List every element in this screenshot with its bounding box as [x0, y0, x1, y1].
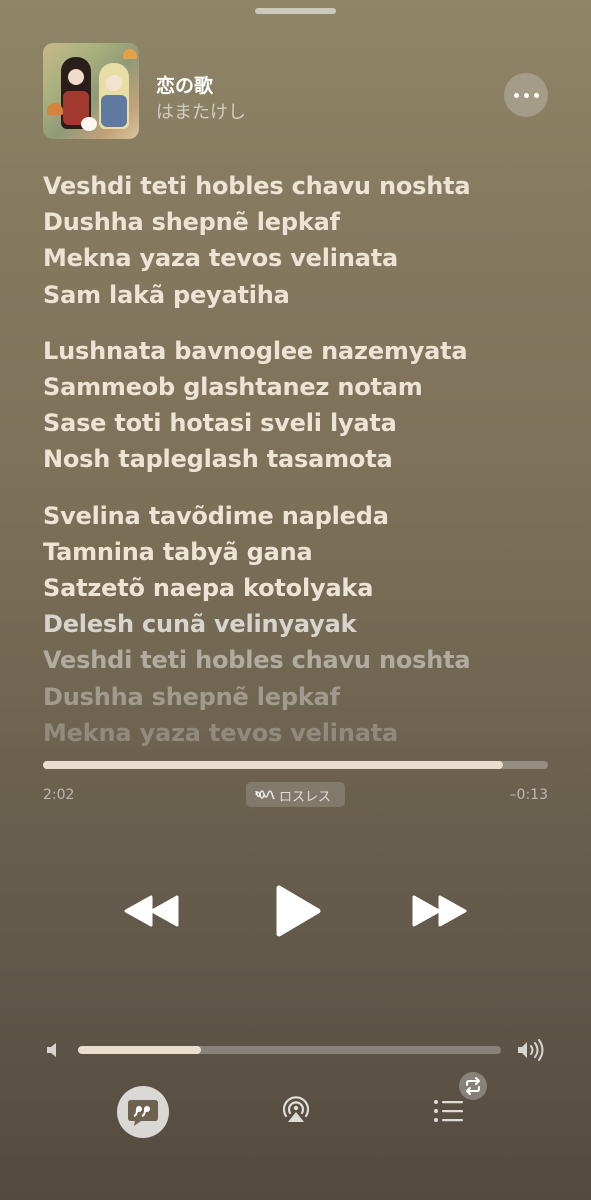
lyrics-panel[interactable]: Veshdi teti hobles chavu noshta Dushha s… — [43, 168, 563, 760]
lyrics-stanza: Veshdi teti hobles chavu noshta Dushha s… — [43, 168, 563, 313]
lyric-line[interactable]: Mekna yaza tevos velinata — [43, 715, 563, 751]
lyrics-stanza: Lushnata bavnoglee nazemyata Sammeob gla… — [43, 333, 563, 478]
sheet-grabber[interactable] — [255, 8, 336, 14]
volume-max-button[interactable] — [516, 1038, 546, 1062]
lyric-line[interactable]: Svelina tavõdime napleda — [43, 498, 563, 534]
elapsed-time: 2:02 — [43, 787, 75, 803]
lyric-line[interactable]: Nosh tapleglash tasamota — [43, 441, 563, 477]
rewind-button[interactable] — [124, 893, 180, 929]
lyrics-button[interactable] — [117, 1086, 169, 1138]
song-title[interactable]: 恋の歌 — [156, 71, 213, 98]
play-icon — [276, 885, 321, 937]
lyric-line[interactable]: Mekna yaza tevos velinata — [43, 240, 563, 276]
lyric-line[interactable]: Delesh cunã velinyayak — [43, 606, 563, 642]
lyric-line[interactable]: Sase toti hotasi sveli lyata — [43, 405, 563, 441]
airplay-button[interactable] — [280, 1094, 312, 1126]
speaker-high-icon — [518, 1039, 544, 1061]
playback-scrubber[interactable] — [43, 761, 548, 769]
play-button[interactable] — [273, 884, 323, 938]
lyric-line[interactable]: Dushha shepnẽ lepkaf — [43, 204, 563, 240]
fast-forward-icon — [412, 895, 467, 927]
scrubber-fill — [43, 761, 503, 769]
rewind-icon — [124, 895, 179, 927]
lyric-line[interactable]: Tamnina tabyã gana — [43, 534, 563, 570]
volume-min-button[interactable] — [44, 1040, 64, 1060]
lossless-label: ロスレス — [279, 790, 332, 805]
volume-fill — [78, 1046, 201, 1054]
artist-name[interactable]: はまたけし — [156, 98, 246, 124]
more-options-button[interactable] — [504, 73, 548, 117]
repeat-indicator[interactable] — [459, 1072, 487, 1100]
now-playing-header: 恋の歌 はまたけし — [43, 43, 548, 139]
album-artwork[interactable] — [43, 43, 139, 139]
queue-button[interactable] — [433, 1098, 465, 1124]
lyric-line[interactable]: Satzetõ naepa kotolyaka — [43, 570, 563, 606]
lyric-line[interactable]: Sam lakã peyatiha — [43, 277, 563, 313]
speaker-low-icon — [47, 1043, 56, 1057]
repeat-icon — [466, 1077, 480, 1095]
lyric-line[interactable]: Veshdi teti hobles chavu noshta — [43, 642, 563, 678]
lyric-line[interactable]: Sammeob glashtanez notam — [43, 369, 563, 405]
remaining-time: –0:13 — [509, 787, 548, 803]
lyric-line[interactable]: Lushnata bavnoglee nazemyata — [43, 333, 563, 369]
lossless-wave-icon — [255, 790, 275, 800]
lyric-line[interactable]: Dushha shepnẽ lepkaf — [43, 679, 563, 715]
volume-slider[interactable] — [78, 1046, 501, 1054]
lyrics-stanza: Svelina tavõdime napleda Tamnina tabyã g… — [43, 498, 563, 751]
ellipsis-icon — [514, 93, 519, 98]
airplay-icon — [282, 1096, 310, 1122]
queue-list-icon — [434, 1100, 463, 1122]
lyric-line[interactable]: Veshdi teti hobles chavu noshta — [43, 168, 563, 204]
lossless-badge[interactable]: ロスレス — [246, 782, 345, 807]
fast-forward-button[interactable] — [411, 893, 467, 929]
lyrics-quote-icon — [128, 1100, 158, 1126]
